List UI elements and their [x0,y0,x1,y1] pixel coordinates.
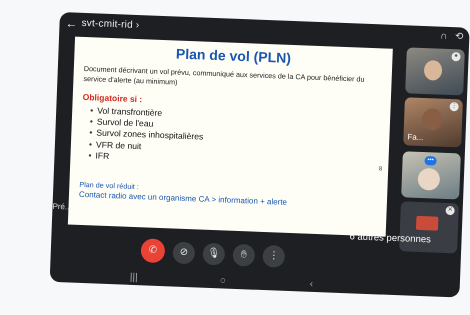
reduced-text: Contact radio avec un organisme CA > inf… [78,189,288,207]
participant-tile[interactable]: ● [405,47,465,96]
more-options-icon[interactable]: ⋮ [262,244,286,268]
participant-tile[interactable]: ••• [401,151,461,200]
tablet-screen: ← svt-cmit-rid › ∩ ⟲ Plan de vol (PLN) D… [49,12,470,298]
participant-name: Fa... [407,132,424,143]
slide-page-number: 8 [378,166,383,173]
presenter-label: Pré... [52,201,72,212]
chevron-right-icon: › [135,19,140,32]
others-count-label[interactable]: 6 autres personnes [349,231,431,245]
camera-off-icon[interactable]: ⊘ [172,241,196,265]
presented-slide: Plan de vol (PLN) Document décrivant un … [67,36,393,237]
slide-description: Document décrivant un vol prévu, communi… [83,63,365,87]
photo-scene: ← svt-cmit-rid › ∩ ⟲ Plan de vol (PLN) D… [0,0,470,315]
camera-switch-icon[interactable]: ⟲ [455,31,464,42]
meeting-code-text: svt-cmit-rid [81,17,134,31]
back-nav-icon[interactable]: ‹ [310,279,314,290]
recent-apps-icon[interactable]: ||| [130,272,138,283]
speaking-icon: ••• [424,156,437,166]
back-arrow-icon[interactable]: ← [65,16,78,30]
participant-thumbnail [415,215,439,231]
raise-hand-icon[interactable]: ✋︎ [232,243,256,267]
participant-head [421,107,443,131]
required-heading: Obligatoire si : [82,91,143,105]
home-icon[interactable]: ○ [220,275,226,286]
headset-icon[interactable]: ∩ [440,31,448,42]
more-options-icon[interactable]: ⋮ [449,102,459,112]
meeting-code[interactable]: svt-cmit-rid › [81,18,139,31]
participant-head [417,167,441,191]
hang-up-icon[interactable]: ✆ [140,238,166,264]
participant-tile[interactable]: Fa... ⋮ [403,97,463,148]
mic-off-icon: ✕ [445,205,455,216]
participant-head [423,60,443,81]
system-nav-bar: ||| ○ ‹ [69,268,450,305]
required-list: Vol transfrontière Survol de l'eau Survo… [88,105,204,165]
pin-icon[interactable]: ● [451,52,461,62]
participant-tile[interactable]: ✕ [399,201,459,254]
mic-off-icon[interactable]: 🎙︎ [202,242,226,266]
